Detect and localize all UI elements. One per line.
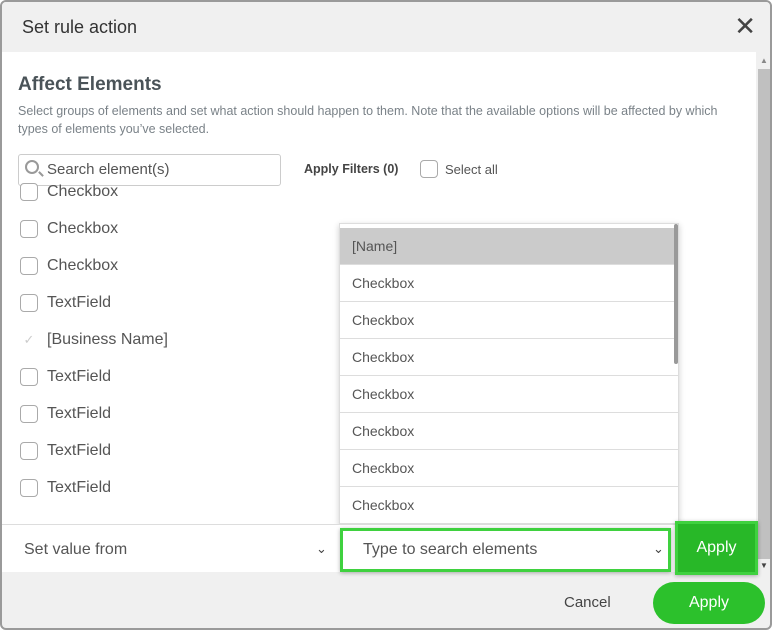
element-dropdown[interactable]: [Name] Checkbox Checkbox Checkbox Checkbox Ch…: [339, 223, 679, 524]
dropdown-option[interactable]: Checkbox: [340, 487, 678, 524]
scroll-up-icon[interactable]: ▲: [760, 56, 768, 65]
checkbox-icon[interactable]: [420, 160, 438, 178]
action-select[interactable]: Set value from ⌄: [10, 525, 336, 573]
list-item[interactable]: ✓ [Business Name]: [20, 328, 168, 352]
list-item-label: Checkbox: [47, 220, 119, 237]
dropdown-option[interactable]: Checkbox: [340, 265, 678, 302]
action-bar: Set value from ⌄ Type to search elements…: [2, 521, 758, 575]
action-select-value: Set value from: [24, 541, 128, 558]
list-item[interactable]: Checkbox: [20, 254, 118, 278]
dialog-header: Set rule action ✕: [2, 2, 770, 52]
search-input[interactable]: [47, 161, 267, 178]
chevron-down-icon: ⌄: [316, 541, 327, 556]
dropdown-option[interactable]: [Name]: [340, 228, 678, 265]
checkbox-icon[interactable]: [20, 220, 38, 238]
dropdown-option[interactable]: Checkbox: [340, 302, 678, 339]
checkbox-icon[interactable]: [20, 479, 38, 497]
dropdown-option[interactable]: Checkbox: [340, 450, 678, 487]
list-item[interactable]: TextField: [20, 365, 111, 389]
apply-filters-button[interactable]: Apply Filters (0): [304, 162, 398, 176]
dialog-scrollbar[interactable]: ▲ ▼: [756, 52, 770, 572]
list-item-label: TextField: [47, 479, 112, 496]
search-icon: [25, 160, 39, 174]
close-icon[interactable]: ✕: [734, 13, 756, 39]
checkbox-icon[interactable]: [20, 442, 38, 460]
list-item[interactable]: TextField: [20, 439, 111, 463]
dropdown-option[interactable]: Checkbox: [340, 413, 678, 450]
element-select-placeholder: Type to search elements: [363, 541, 538, 558]
list-item-label: Checkbox: [47, 183, 119, 200]
scroll-down-icon[interactable]: ▼: [760, 561, 768, 570]
list-item-label: [Business Name]: [47, 331, 168, 348]
checkbox-icon[interactable]: [20, 405, 38, 423]
cancel-button[interactable]: Cancel: [564, 594, 611, 611]
select-all-label: Select all: [445, 161, 498, 177]
check-icon[interactable]: ✓: [20, 332, 38, 348]
checkbox-icon[interactable]: [20, 294, 38, 312]
list-item-label: TextField: [47, 368, 112, 385]
list-item[interactable]: Checkbox: [20, 217, 118, 241]
list-item[interactable]: Checkbox: [20, 180, 118, 204]
chevron-down-icon: ⌄: [653, 541, 664, 556]
dialog-title: Set rule action: [22, 17, 138, 37]
dropdown-scrollbar[interactable]: [674, 224, 678, 364]
checkbox-icon[interactable]: [20, 368, 38, 386]
apply-button[interactable]: Apply: [653, 582, 765, 624]
dialog: Set rule action ✕ Affect Elements Select…: [0, 0, 772, 630]
section-heading: Affect Elements: [18, 74, 162, 95]
list-item[interactable]: TextField: [20, 476, 111, 500]
checkbox-icon[interactable]: [20, 257, 38, 275]
list-item-label: TextField: [47, 294, 112, 311]
list-item-label: TextField: [47, 405, 112, 422]
dialog-body: Affect Elements Select groups of element…: [2, 52, 756, 524]
select-all-checkbox[interactable]: Select all: [420, 160, 498, 178]
list-item[interactable]: TextField: [20, 402, 111, 426]
scroll-thumb[interactable]: [758, 69, 770, 559]
list-item-label: Checkbox: [47, 257, 119, 274]
dropdown-option[interactable]: Checkbox: [340, 376, 678, 413]
element-select[interactable]: Type to search elements ⌄: [340, 528, 671, 572]
list-item[interactable]: TextField: [20, 291, 111, 315]
apply-action-button[interactable]: Apply: [675, 521, 758, 575]
dropdown-option[interactable]: Checkbox: [340, 339, 678, 376]
section-description: Select groups of elements and set what a…: [18, 104, 718, 136]
checkbox-icon[interactable]: [20, 183, 38, 201]
list-item-label: TextField: [47, 442, 112, 459]
